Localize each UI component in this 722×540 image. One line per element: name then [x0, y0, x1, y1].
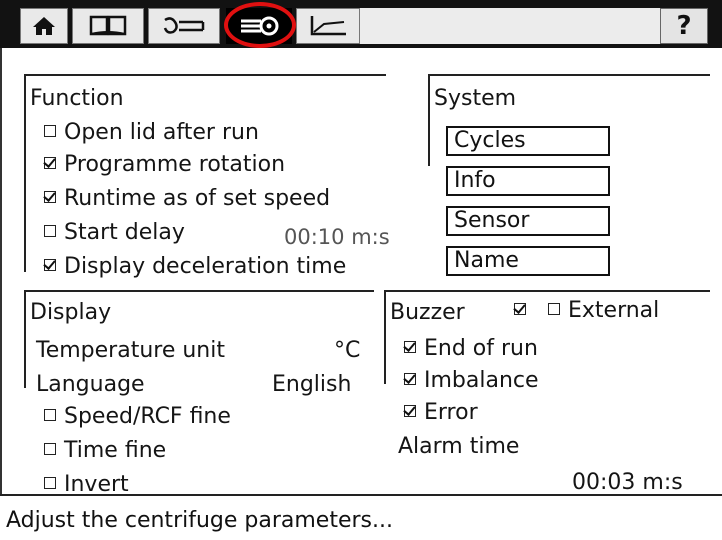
buzzer-panel-left-border	[384, 290, 386, 384]
temperature-unit-label: Temperature unit	[36, 338, 225, 363]
option-display-deceleration-time[interactable]: Display deceleration time	[44, 254, 346, 280]
book-icon	[89, 15, 127, 36]
checkbox-checked[interactable]	[404, 405, 416, 417]
tab-bar-filler	[360, 8, 680, 44]
display-panel-top-border	[24, 290, 374, 292]
checkbox-checked[interactable]	[44, 157, 56, 169]
temperature-unit-value[interactable]: °C	[334, 338, 360, 364]
home-icon	[33, 17, 55, 35]
tab-home[interactable]	[20, 8, 68, 44]
system-panel-left-border	[428, 74, 430, 166]
status-bar: Adjust the centrifuge parameters...	[0, 494, 722, 540]
help-label: ?	[676, 11, 692, 41]
wrench-settings-icon	[241, 16, 279, 36]
centrifuge-settings-screen: ? Function Open lid after run Programme …	[0, 0, 722, 540]
option-error[interactable]: Error	[404, 400, 478, 426]
language-value[interactable]: English	[272, 372, 351, 398]
option-imbalance[interactable]: Imbalance	[404, 368, 539, 394]
tab-bar: ?	[0, 0, 722, 48]
display-title: Display	[30, 300, 112, 325]
option-speed-rcf-fine[interactable]: Speed/RCF fine	[44, 404, 231, 430]
checkbox[interactable]	[44, 477, 56, 489]
buzzer-toggle[interactable]	[514, 298, 534, 324]
checkbox[interactable]	[44, 125, 56, 137]
name-button[interactable]: Name	[446, 246, 610, 276]
alarm-time-label: Alarm time	[398, 434, 520, 459]
start-delay-value[interactable]: 00:10 m:s	[284, 224, 390, 250]
checkbox[interactable]	[44, 225, 56, 237]
option-start-delay[interactable]: Start delay	[44, 220, 185, 246]
function-title: Function	[30, 86, 124, 111]
option-end-of-run[interactable]: End of run	[404, 336, 538, 362]
function-panel-left-border	[24, 74, 26, 272]
checkbox[interactable]	[548, 303, 560, 315]
language-label: Language	[36, 372, 145, 397]
info-button[interactable]: Info	[446, 166, 610, 196]
cycles-button[interactable]: Cycles	[446, 126, 610, 156]
system-panel-top-border	[428, 74, 710, 76]
buzzer-panel-top-border	[384, 290, 710, 292]
option-external[interactable]: External	[548, 298, 659, 324]
tab-settings[interactable]	[226, 8, 292, 44]
function-panel-top-border	[24, 74, 386, 76]
help-button[interactable]: ?	[660, 8, 708, 44]
option-time-fine[interactable]: Time fine	[44, 438, 166, 464]
option-programme-rotation[interactable]: Programme rotation	[44, 152, 285, 178]
system-title: System	[434, 86, 517, 111]
sensor-button[interactable]: Sensor	[446, 206, 610, 236]
checkbox-checked[interactable]	[404, 341, 416, 353]
status-message: Adjust the centrifuge parameters...	[6, 508, 393, 533]
checkbox-checked[interactable]	[44, 259, 56, 271]
checkbox[interactable]	[44, 443, 56, 455]
display-panel-left-border	[24, 290, 26, 388]
checkbox[interactable]	[44, 409, 56, 421]
tab-rotor[interactable]	[148, 8, 220, 44]
option-open-lid-after-run[interactable]: Open lid after run	[44, 120, 259, 146]
tab-book[interactable]	[72, 8, 144, 44]
checkbox-checked[interactable]	[44, 191, 56, 203]
option-runtime-as-of-set-speed[interactable]: Runtime as of set speed	[44, 186, 330, 212]
alarm-time-value[interactable]: 00:03 m:s	[572, 470, 683, 496]
tab-graph[interactable]	[296, 8, 360, 44]
rotor-icon	[163, 17, 205, 34]
checkbox-checked[interactable]	[404, 373, 416, 385]
buzzer-title: Buzzer	[390, 300, 465, 325]
checkbox-checked[interactable]	[514, 303, 526, 315]
graph-icon	[310, 16, 346, 36]
